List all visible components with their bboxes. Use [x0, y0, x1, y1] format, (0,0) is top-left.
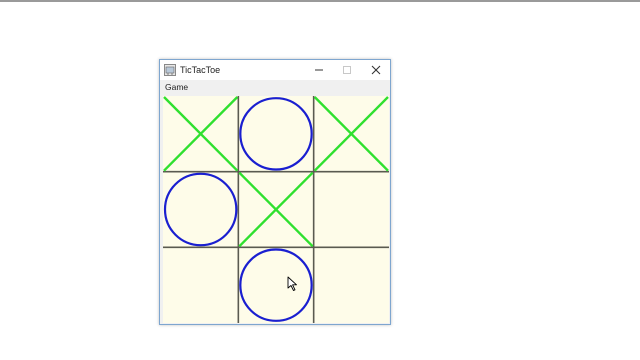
minimize-icon: [315, 69, 323, 71]
game-board: [163, 96, 389, 323]
menu-game[interactable]: Game: [165, 81, 188, 94]
board-cell-3-1[interactable]: [163, 247, 238, 323]
board-cell-3-3[interactable]: [314, 247, 389, 323]
top-divider: [0, 0, 640, 2]
board-cell-2-3[interactable]: [314, 172, 389, 248]
minimize-button[interactable]: [305, 60, 333, 80]
board-cell-1-2[interactable]: [238, 96, 313, 172]
tictactoe-window: TicTacToe Game: [159, 59, 391, 325]
java-app-icon: [164, 64, 176, 76]
maximize-icon: [343, 66, 351, 74]
window-title: TicTacToe: [180, 65, 221, 75]
maximize-button[interactable]: [333, 60, 361, 80]
board-cell-3-2[interactable]: [238, 247, 313, 323]
close-icon: [371, 65, 381, 75]
title-bar[interactable]: TicTacToe: [160, 60, 390, 80]
mouse-cursor-icon: [287, 276, 297, 291]
close-button[interactable]: [362, 60, 390, 80]
menu-bar: Game: [160, 80, 390, 95]
board-cell-2-1[interactable]: [163, 172, 238, 248]
